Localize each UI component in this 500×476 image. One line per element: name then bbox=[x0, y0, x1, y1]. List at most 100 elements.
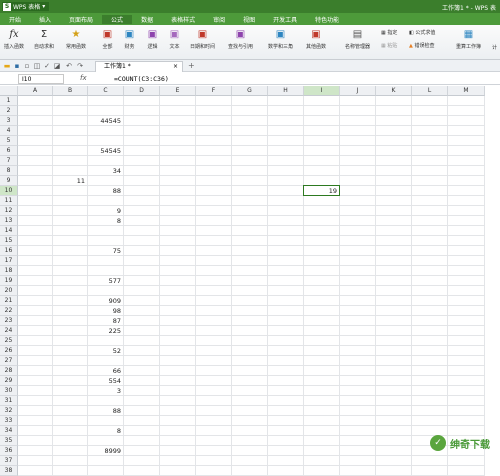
row-header-4[interactable]: 4 bbox=[0, 126, 18, 136]
error-check-button[interactable]: ▲ 错误检查 bbox=[409, 42, 434, 49]
cell-c3[interactable]: 44545 bbox=[88, 116, 121, 126]
row-header-25[interactable]: 25 bbox=[0, 336, 18, 346]
cell-c6[interactable]: 54545 bbox=[88, 146, 121, 156]
logical-button[interactable]: ▣ 逻辑 bbox=[146, 28, 159, 50]
autosum-button[interactable]: Σ 自动求和 bbox=[34, 28, 54, 50]
new-tab-button[interactable]: + bbox=[188, 61, 195, 70]
text-button[interactable]: ▣ 文本 bbox=[168, 28, 181, 50]
spellcheck-icon[interactable]: ✓ bbox=[43, 62, 51, 70]
date-time-button[interactable]: ▣ 日期和时间 bbox=[190, 28, 215, 50]
menu-item-view[interactable]: 视图 bbox=[234, 15, 264, 24]
app-menu-button[interactable]: S WPS 表格 ▾ bbox=[2, 2, 50, 11]
cell-b9[interactable]: 11 bbox=[53, 176, 85, 186]
menu-item-features[interactable]: 特色功能 bbox=[306, 15, 348, 24]
format-painter-icon[interactable]: ◪ bbox=[53, 62, 61, 70]
cell-c32[interactable]: 88 bbox=[88, 406, 121, 416]
column-header-j[interactable]: J bbox=[340, 86, 376, 96]
common-functions-button[interactable]: ★ 常用函数 bbox=[66, 28, 86, 50]
column-header-m[interactable]: M bbox=[448, 86, 485, 96]
row-header-31[interactable]: 31 bbox=[0, 396, 18, 406]
row-header-37[interactable]: 37 bbox=[0, 456, 18, 466]
row-header-9[interactable]: 9 bbox=[0, 176, 18, 186]
row-header-16[interactable]: 16 bbox=[0, 246, 18, 256]
row-header-29[interactable]: 29 bbox=[0, 376, 18, 386]
menu-item-formulas[interactable]: 公式 bbox=[102, 14, 133, 24]
insert-function-button[interactable]: fx 插入函数 bbox=[4, 28, 24, 50]
row-header-17[interactable]: 17 bbox=[0, 256, 18, 266]
save-icon[interactable]: ▪ bbox=[13, 62, 21, 70]
menu-item-review[interactable]: 审阅 bbox=[204, 15, 234, 24]
column-header-g[interactable]: G bbox=[232, 86, 268, 96]
menu-item-home[interactable]: 开始 bbox=[0, 15, 30, 24]
more-functions-button[interactable]: ▣ 其他函数 bbox=[306, 28, 326, 50]
cell-c28[interactable]: 66 bbox=[88, 366, 121, 376]
menu-item-data[interactable]: 数据 bbox=[132, 15, 162, 24]
calc-options-button[interactable]: 计 bbox=[492, 44, 497, 51]
cell-c34[interactable]: 8 bbox=[88, 426, 121, 436]
column-header-d[interactable]: D bbox=[124, 86, 160, 96]
cell-c22[interactable]: 98 bbox=[88, 306, 121, 316]
column-header-k[interactable]: K bbox=[376, 86, 412, 96]
column-header-b[interactable]: B bbox=[53, 86, 88, 96]
undo-icon[interactable]: ↶ bbox=[65, 62, 73, 70]
row-header-18[interactable]: 18 bbox=[0, 266, 18, 276]
row-header-8[interactable]: 8 bbox=[0, 166, 18, 176]
row-header-33[interactable]: 33 bbox=[0, 416, 18, 426]
row-header-30[interactable]: 30 bbox=[0, 386, 18, 396]
recalculate-button[interactable]: ▦ 重算工作簿 bbox=[456, 28, 481, 50]
all-functions-button[interactable]: ▣ 全部 bbox=[101, 28, 114, 50]
lookup-reference-button[interactable]: ▣ 查找与引用 bbox=[228, 28, 253, 50]
name-box[interactable]: I10 bbox=[18, 74, 64, 84]
cell-c8[interactable]: 34 bbox=[88, 166, 121, 176]
row-header-38[interactable]: 38 bbox=[0, 466, 18, 476]
cell-c12[interactable]: 9 bbox=[88, 206, 121, 216]
name-manager-button[interactable]: ▤ 名称管理器 bbox=[345, 28, 370, 50]
print-preview-icon[interactable]: ◫ bbox=[33, 62, 41, 70]
cell-c29[interactable]: 554 bbox=[88, 376, 121, 386]
specify-button[interactable]: ▦ 指定 bbox=[381, 29, 397, 36]
row-header-34[interactable]: 34 bbox=[0, 426, 18, 436]
row-header-35[interactable]: 35 bbox=[0, 436, 18, 446]
row-header-28[interactable]: 28 bbox=[0, 366, 18, 376]
row-header-20[interactable]: 20 bbox=[0, 286, 18, 296]
row-header-24[interactable]: 24 bbox=[0, 326, 18, 336]
menu-item-page-layout[interactable]: 页面布局 bbox=[60, 15, 102, 24]
fx-icon[interactable]: fx bbox=[80, 74, 87, 82]
row-header-27[interactable]: 27 bbox=[0, 356, 18, 366]
row-header-15[interactable]: 15 bbox=[0, 236, 18, 246]
column-header-a[interactable]: A bbox=[18, 86, 53, 96]
row-header-36[interactable]: 36 bbox=[0, 446, 18, 456]
row-header-1[interactable]: 1 bbox=[0, 96, 18, 106]
print-icon[interactable]: ▫ bbox=[23, 62, 31, 70]
column-header-c[interactable]: C bbox=[88, 86, 124, 96]
formula-input[interactable]: =COUNT(C3:C36) bbox=[114, 74, 169, 84]
financial-button[interactable]: ▣ 财务 bbox=[123, 28, 136, 50]
open-folder-icon[interactable]: ▬ bbox=[3, 62, 11, 70]
row-header-12[interactable]: 12 bbox=[0, 206, 18, 216]
row-header-5[interactable]: 5 bbox=[0, 136, 18, 146]
cell-c36[interactable]: 8999 bbox=[88, 446, 121, 456]
column-header-h[interactable]: H bbox=[268, 86, 304, 96]
row-header-23[interactable]: 23 bbox=[0, 316, 18, 326]
evaluate-formula-button[interactable]: ◧ 公式求值 bbox=[409, 29, 435, 36]
row-header-2[interactable]: 2 bbox=[0, 106, 18, 116]
cell-c26[interactable]: 52 bbox=[88, 346, 121, 356]
row-header-14[interactable]: 14 bbox=[0, 226, 18, 236]
menu-item-insert[interactable]: 插入 bbox=[30, 15, 60, 24]
row-header-11[interactable]: 11 bbox=[0, 196, 18, 206]
row-header-7[interactable]: 7 bbox=[0, 156, 18, 166]
row-header-10[interactable]: 10 bbox=[0, 186, 18, 196]
cell-c10[interactable]: 88 bbox=[88, 186, 121, 196]
cell-c24[interactable]: 225 bbox=[88, 326, 121, 336]
column-header-f[interactable]: F bbox=[196, 86, 232, 96]
cell-c19[interactable]: 577 bbox=[88, 276, 121, 286]
redo-icon[interactable]: ↷ bbox=[76, 62, 84, 70]
menu-item-table-style[interactable]: 表格样式 bbox=[162, 15, 204, 24]
column-header-e[interactable]: E bbox=[160, 86, 196, 96]
cell-c23[interactable]: 87 bbox=[88, 316, 121, 326]
row-header-22[interactable]: 22 bbox=[0, 306, 18, 316]
cell-c30[interactable]: 3 bbox=[88, 386, 121, 396]
row-header-13[interactable]: 13 bbox=[0, 216, 18, 226]
cell-c13[interactable]: 8 bbox=[88, 216, 121, 226]
row-header-19[interactable]: 19 bbox=[0, 276, 18, 286]
